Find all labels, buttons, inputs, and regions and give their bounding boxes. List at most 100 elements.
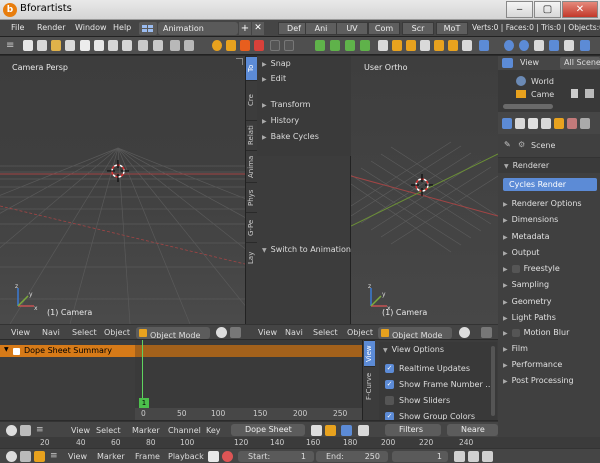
properties-panel-renderer-options[interactable]: ▶ Renderer Options — [503, 199, 582, 208]
menu-render[interactable]: Render — [37, 23, 65, 32]
dopesheet-summary-row[interactable]: Dope Sheet Summary — [0, 345, 135, 357]
shading-icon[interactable] — [216, 327, 227, 338]
show-hidden-icon[interactable] — [325, 425, 336, 436]
timeline-mode-icon[interactable] — [20, 451, 31, 462]
delete-screen-icon[interactable]: ✕ — [252, 22, 264, 35]
mode-selector-2[interactable]: Object Mode — [378, 327, 452, 340]
start-frame-field[interactable]: Start: 1 — [238, 451, 314, 462]
menu-window[interactable]: Window — [75, 23, 107, 32]
panel-transform[interactable]: ▶ Transform — [262, 97, 352, 112]
option-realtime-updates[interactable]: ✓ Realtime Updates — [385, 364, 470, 373]
dopesheet-mode-icon[interactable] — [20, 425, 31, 436]
option-show-group-colors[interactable]: ✓ Show Group Colors — [385, 412, 475, 420]
data-tab-icon[interactable] — [580, 118, 590, 129]
panel-checkbox[interactable] — [511, 264, 520, 273]
menu-help[interactable]: Help — [113, 23, 131, 32]
minimize-button[interactable]: ‒ — [506, 1, 533, 18]
render-animation-icon[interactable] — [226, 40, 236, 51]
view-options-header[interactable]: ▼ View Options — [383, 345, 444, 354]
align-icon[interactable] — [360, 40, 370, 51]
screenshot-icon[interactable] — [580, 40, 590, 51]
properties-panel-film[interactable]: ▶ Film — [503, 344, 528, 353]
outliner-editor-icon[interactable] — [502, 58, 513, 68]
scene-tab-icon[interactable] — [541, 118, 551, 129]
properties-panel-light-paths[interactable]: ▶ Light Paths — [503, 313, 556, 322]
preferences-icon[interactable] — [549, 40, 559, 51]
properties-panel-dimensions[interactable]: ▶ Dimensions — [503, 215, 558, 224]
outliner-scrollbar[interactable] — [503, 104, 553, 109]
timeline-editor-icon[interactable] — [6, 451, 17, 462]
snap-mode-selector[interactable]: Neare — [447, 424, 498, 436]
ds-menu-select[interactable]: Select — [96, 426, 121, 435]
renderer-panel-header[interactable]: ▼ Renderer — [498, 157, 600, 173]
timeline-ruler[interactable]: 20 40 60 80 100 120 140 160 180 200 220 … — [0, 437, 600, 448]
export-icon[interactable] — [153, 40, 163, 51]
add-screen-icon[interactable]: + — [239, 22, 251, 35]
ds-menu-key[interactable]: Key — [206, 426, 221, 435]
pivot-icon-2[interactable] — [481, 327, 492, 338]
pivot-icon[interactable] — [230, 327, 241, 338]
dopesheet-timeline[interactable]: 1 0 50 100 150 200 250 — [135, 340, 362, 420]
properties-panel-sampling[interactable]: ▶ Sampling — [503, 280, 549, 289]
mirror-icon[interactable] — [345, 40, 355, 51]
outliner-scope[interactable]: All Scene — [560, 57, 600, 69]
panel-edit[interactable]: ▶ Edit — [262, 71, 352, 86]
render-engine-selector[interactable]: Cycles Render — [503, 178, 597, 191]
render-opengl-icon[interactable] — [240, 40, 250, 51]
tab-scr[interactable]: Scr — [402, 22, 434, 35]
open-file-icon[interactable] — [37, 40, 47, 51]
end-frame-field[interactable]: End: 250 — [316, 451, 388, 462]
vp-menu-select[interactable]: Select — [72, 328, 97, 337]
only-selected-icon[interactable] — [311, 425, 322, 436]
properties-panel-motion-blur[interactable]: ▶ Motion Blur — [503, 328, 569, 337]
properties-panel-output[interactable]: ▶ Output — [503, 248, 539, 257]
close-button[interactable]: ✕ — [562, 1, 598, 18]
object-tab-icon[interactable] — [567, 118, 577, 129]
playhead[interactable] — [142, 340, 143, 403]
current-frame-field[interactable]: 1 — [392, 451, 448, 462]
ds-menu-channel[interactable]: Channel — [168, 426, 201, 435]
tab-mot[interactable]: MoT — [436, 22, 468, 35]
fullscreen-icon[interactable] — [534, 40, 544, 51]
properties-panel-post-processing[interactable]: ▶ Post Processing — [503, 376, 574, 385]
panel-history[interactable]: ▶ History — [262, 113, 352, 128]
editor-type-icon[interactable] — [6, 425, 17, 436]
view-icon[interactable] — [479, 40, 489, 51]
screen-layout-icon[interactable] — [139, 22, 157, 35]
panel-last-operator[interactable]: ▼Switch to Animation Lay — [262, 242, 352, 257]
vp-menu-object[interactable]: Object — [104, 328, 130, 337]
open-recent-icon[interactable] — [51, 40, 61, 51]
summary-expand-icon[interactable]: ▼ — [4, 346, 9, 353]
tab-relati[interactable]: Relati — [246, 120, 257, 150]
dopesheet-ruler[interactable]: 0 50 100 150 200 250 — [135, 408, 362, 420]
vp-menu-navi[interactable]: Navi — [42, 328, 60, 337]
world-tab-icon[interactable] — [554, 118, 564, 129]
render-tab-icon[interactable] — [515, 118, 525, 129]
undo-icon[interactable] — [170, 40, 180, 51]
sidebar-scrollbar[interactable] — [491, 346, 495, 416]
only-errors-icon[interactable] — [341, 425, 352, 436]
option-show-frame-number[interactable]: ✓ Show Frame Number ... — [385, 380, 493, 389]
tab-lay[interactable]: Lay — [246, 242, 257, 272]
save-icon[interactable] — [80, 40, 90, 51]
screen-layout-field[interactable]: Animation — [158, 22, 238, 35]
redo-icon[interactable] — [184, 40, 194, 51]
outliner-item-camera[interactable]: Came — [531, 90, 554, 99]
render-layers-tab-icon[interactable] — [528, 118, 538, 129]
viewport-right[interactable]: User Ortho zxy (1) Camera — [351, 56, 498, 324]
tl-menu-playback[interactable]: Playback — [168, 452, 204, 461]
tab-f-curve[interactable]: F-Curve — [364, 366, 375, 406]
filters-selector[interactable]: Filters — [385, 424, 441, 436]
pin-icon[interactable]: ✎ — [504, 140, 511, 149]
group-icon[interactable] — [448, 40, 458, 51]
tab-com[interactable]: Com — [368, 22, 400, 35]
link-icon[interactable] — [108, 40, 118, 51]
area-corner-icon[interactable] — [236, 58, 243, 65]
filter-icon[interactable] — [358, 425, 369, 436]
shading-icon-2[interactable] — [459, 327, 470, 338]
panel-bake-cycles[interactable]: ▶ Bake Cycles — [262, 129, 352, 144]
grease-pencil-icon[interactable] — [270, 40, 280, 51]
save-as-icon[interactable] — [94, 40, 104, 51]
annotation-icon[interactable] — [284, 40, 294, 51]
tab-cre[interactable]: Cre — [246, 80, 257, 120]
